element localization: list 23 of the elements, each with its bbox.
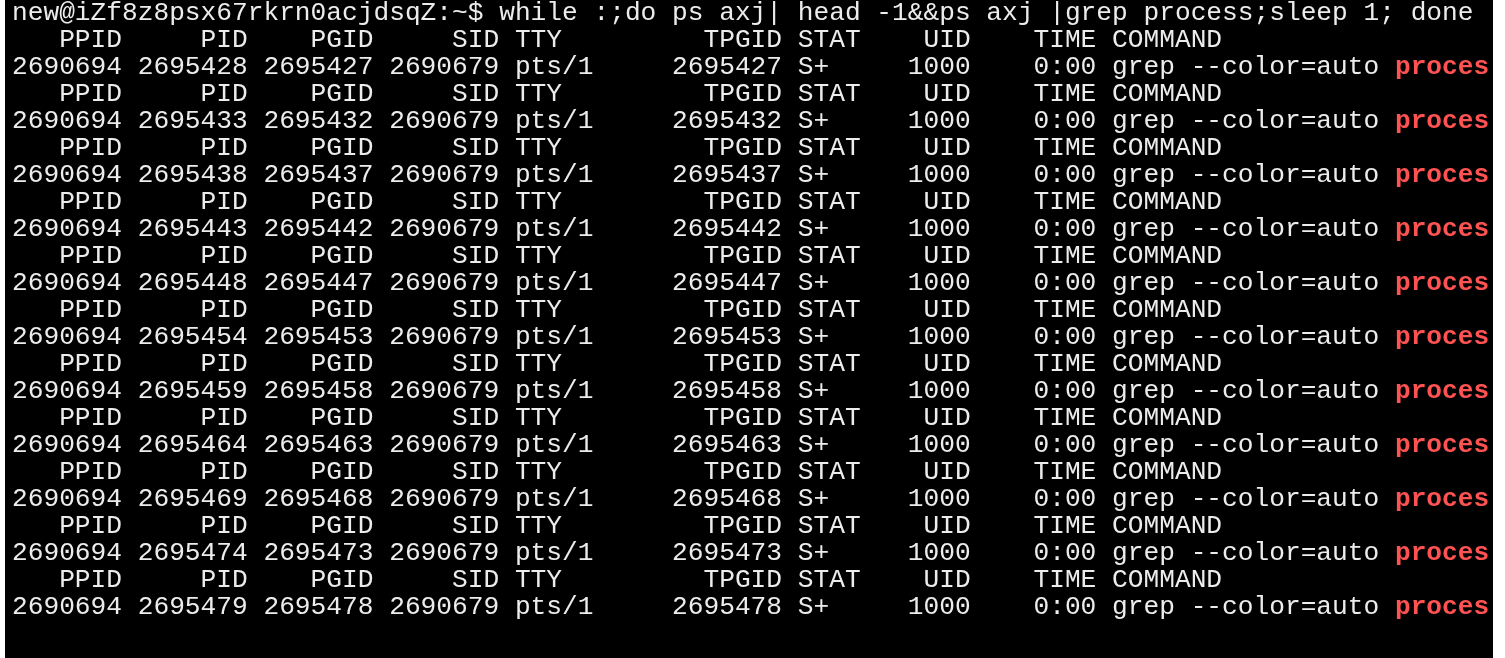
process-line: 2690694 2695474 2695473 2690679 pts/1 2695473 S+ 1000 0:00 grep --color=auto proces bbox=[12, 540, 1490, 567]
process-line: 2690694 2695479 2695478 2690679 pts/1 2695478 S+ 1000 0:00 grep --color=auto proces bbox=[12, 594, 1490, 621]
process-line: 2690694 2695448 2695447 2690679 pts/1 2695447 S+ 1000 0:00 grep --color=auto proces bbox=[12, 270, 1490, 297]
column-header-line: PPID PID PGID SID TTY TPGID STAT UID TIME COMMAND bbox=[58, 513, 1223, 540]
column-header-line: PPID PID PGID SID TTY TPGID STAT UID TIME COMMAND bbox=[58, 405, 1223, 432]
column-header-line: PPID PID PGID SID TTY TPGID STAT UID TIME COMMAND bbox=[58, 27, 1223, 54]
column-header-line: PPID PID PGID SID TTY TPGID STAT UID TIME COMMAND bbox=[58, 459, 1223, 486]
process-line: 2690694 2695454 2695453 2690679 pts/1 2695453 S+ 1000 0:00 grep --color=auto proces bbox=[12, 324, 1490, 351]
column-header-line: PPID PID PGID SID TTY TPGID STAT UID TIME COMMAND bbox=[58, 243, 1223, 270]
column-header-line: PPID PID PGID SID TTY TPGID STAT UID TIME COMMAND bbox=[58, 351, 1223, 378]
process-line: 2690694 2695443 2695442 2690679 pts/1 2695442 S+ 1000 0:00 grep --color=auto proces bbox=[12, 216, 1490, 243]
column-header-line: PPID PID PGID SID TTY TPGID STAT UID TIME COMMAND bbox=[58, 297, 1223, 324]
column-header-line: PPID PID PGID SID TTY TPGID STAT UID TIME COMMAND bbox=[58, 567, 1223, 594]
process-line: 2690694 2695469 2695468 2690679 pts/1 2695468 S+ 1000 0:00 grep --color=auto proces bbox=[12, 486, 1490, 513]
column-header-line: PPID PID PGID SID TTY TPGID STAT UID TIME COMMAND bbox=[58, 189, 1223, 216]
process-line: 2690694 2695464 2695463 2690679 pts/1 2695463 S+ 1000 0:00 grep --color=auto proces bbox=[12, 432, 1490, 459]
process-line: 2690694 2695428 2695427 2690679 pts/1 2695427 S+ 1000 0:00 grep --color=auto proces bbox=[12, 54, 1490, 81]
column-header-line: PPID PID PGID SID TTY TPGID STAT UID TIME COMMAND bbox=[58, 135, 1223, 162]
process-line: 2690694 2695438 2695437 2690679 pts/1 2695437 S+ 1000 0:00 grep --color=auto proces bbox=[12, 162, 1490, 189]
process-line: 2690694 2695459 2695458 2690679 pts/1 2695458 S+ 1000 0:00 grep --color=auto proces bbox=[12, 378, 1490, 405]
process-line: 2690694 2695433 2695432 2690679 pts/1 2695432 S+ 1000 0:00 grep --color=auto proces bbox=[12, 108, 1490, 135]
command-line: new@iZf8z8psx67rkrn0acjdsqZ:~$ while :;do ps axj| head -1&&ps axj |grep process;sleep 1; done bbox=[12, 0, 1475, 27]
column-header-line: PPID PID PGID SID TTY TPGID STAT UID TIME COMMAND bbox=[58, 81, 1223, 108]
